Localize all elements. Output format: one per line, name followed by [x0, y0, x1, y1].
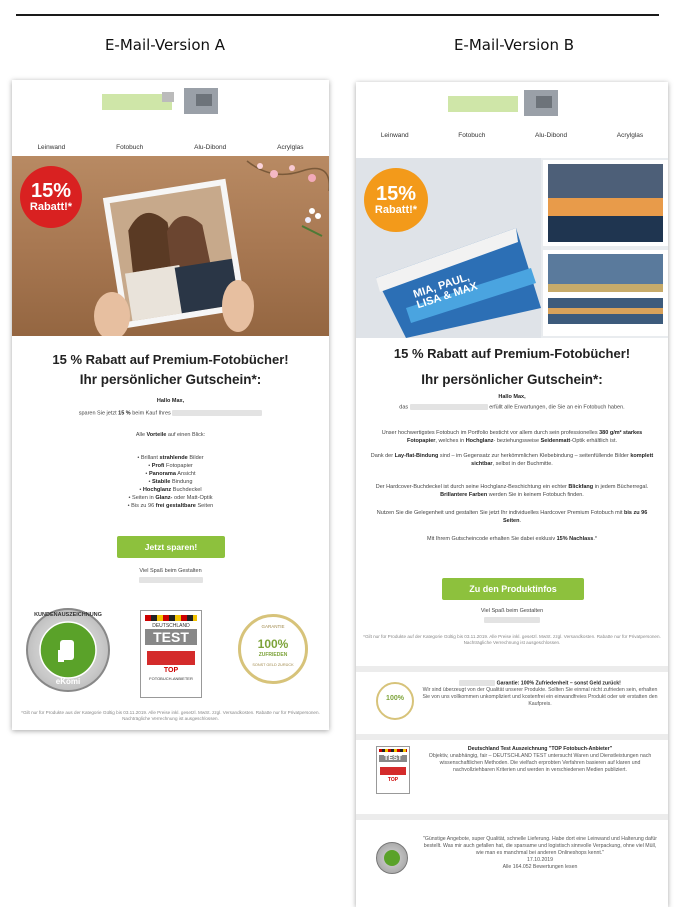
- logo: [356, 86, 668, 130]
- intro-suffix: erfüllt alle Erwartungen, die Sie an ein…: [489, 404, 625, 411]
- ekomi-seal-text: KUNDENAUSZEICHNUNG: [34, 612, 102, 618]
- nav-alu-dibond[interactable]: Alu-Dibond: [194, 144, 226, 151]
- ekomi-brand: eKomi: [55, 677, 81, 686]
- paragraph-pages: Nutzen Sie die Gelegenheit und gestalten…: [376, 510, 648, 524]
- guarantee-pct-small: 100%: [386, 695, 404, 702]
- paragraph-cover: Der Hardcover-Buchdeckel ist durch seine…: [375, 484, 649, 498]
- badge-label: Rabatt!*: [374, 204, 418, 216]
- guarantee-pct: 100%: [257, 637, 289, 651]
- intro-prefix: sparen Sie jetzt: [78, 410, 117, 417]
- cta-save-button[interactable]: Jetzt sparen!: [117, 536, 225, 558]
- discount-badge: 15% Rabatt!*: [20, 166, 82, 228]
- headline-main: 15 % Rabatt auf Premium-Fotobücher!: [52, 352, 289, 367]
- guarantee-top: GARANTIE: [261, 624, 285, 629]
- benefit-item: • Panorama Ansicht: [145, 471, 196, 477]
- benefit-item: • Brillant strahlende Bilder: [137, 455, 204, 461]
- benefit-item: • Hochglanz Buchdeckel: [139, 487, 202, 493]
- benefit-item: • Seiten in Glanz- oder Matt-Optik: [128, 495, 213, 501]
- benefits-bold: Vorteile: [146, 432, 167, 438]
- ekomi-seal: KUNDENAUSZEICHNUNG eKomi: [26, 608, 110, 692]
- nav-leinwand[interactable]: Leinwand: [381, 132, 409, 139]
- hero-image: MIA, PAUL, LISA & MAX 15% Rabatt!*: [356, 158, 668, 338]
- nav-acrylglas[interactable]: Acrylglas: [277, 144, 303, 151]
- nav-acrylglas[interactable]: Acrylglas: [617, 132, 643, 139]
- ekomi-seal-small: [376, 842, 408, 874]
- benefits-heading: Alle Vorteile auf einen Blick:: [12, 432, 329, 440]
- email-version-a: Leinwand Fotobuch Alu-Dibond Acrylglas 1…: [12, 80, 329, 730]
- signoff: Viel Spaß beim Gestalten: [139, 568, 202, 574]
- intro-bold: 15 %: [118, 410, 131, 417]
- benefit-item: • Profi Fotopapier: [148, 463, 193, 469]
- guarantee-bottom: SONST GELD ZURÜCK: [252, 663, 294, 667]
- test-seal-top-label: TOP: [163, 667, 179, 674]
- email-version-b: Leinwand Fotobuch Alu-Dibond Acrylglas M…: [356, 82, 668, 907]
- badge-percent: 15%: [30, 180, 72, 202]
- paragraph-discount: Mit Ihrem Gutscheincode erhalten Sie dab…: [427, 536, 597, 542]
- intro-suffix: beim Kauf Ihres: [132, 410, 171, 417]
- test-seal-top-small: TOP: [387, 777, 399, 783]
- guarantee-title: Garantie: 100% Zufriedenheit – sonst Gel…: [420, 680, 660, 687]
- intro-prefix: das: [399, 404, 409, 411]
- signoff: Viel Spaß beim Gestalten: [480, 608, 544, 614]
- greeting: Hallo Max,: [498, 394, 526, 400]
- paragraph-binding: Dank der Lay-flat-Bindung sind – im Gege…: [370, 453, 654, 467]
- section-separator: [356, 814, 668, 820]
- headline-main: 15 % Rabatt auf Premium-Fotobücher!: [393, 346, 631, 361]
- benefit-item: • Stabile Bindung: [148, 479, 193, 485]
- footnote: *Gilt nur für Produkte auf der Kategorie…: [363, 634, 661, 645]
- nav-fotobuch[interactable]: Fotobuch: [116, 144, 143, 151]
- section-separator: [356, 666, 668, 672]
- nav-bar: Leinwand Fotobuch Alu-Dibond Acrylglas: [356, 132, 668, 139]
- version-a-title: E-Mail-Version A: [104, 36, 226, 54]
- test-award-block: Deutschland Test Auszeichnung "TOP Fotob…: [420, 746, 660, 774]
- nav-bar: Leinwand Fotobuch Alu-Dibond Acrylglas: [12, 144, 329, 151]
- nav-leinwand[interactable]: Leinwand: [37, 144, 65, 151]
- deutschland-test-seal: DEUTSCHLAND TEST TOP FOTOBUCH-ANBIETER: [140, 610, 202, 698]
- hero-image: 15% Rabatt!*: [12, 156, 329, 336]
- review-block: "Günstige Angebote, super Qualität, schn…: [420, 836, 660, 871]
- signature-blur: [356, 617, 668, 625]
- benefit-item: • Bis zu 96 frei gestaltbare Seiten: [127, 503, 214, 509]
- review-date: 17.10.2019: [527, 857, 553, 863]
- cta-product-info-button[interactable]: Zu den Produktinfos: [442, 578, 584, 600]
- guarantee-seal: GARANTIE 100% ZUFRIEDEN SONST GELD ZURÜC…: [238, 614, 308, 684]
- version-b-title: E-Mail-Version B: [453, 36, 575, 54]
- footnote: *Gilt nur für Produkte aus der Kategorie…: [21, 710, 320, 721]
- top-divider: [16, 14, 659, 16]
- discount-badge: 15% Rabatt!*: [364, 168, 428, 232]
- headline-voucher: Ihr persönlicher Gutschein*:: [79, 372, 262, 387]
- headline-voucher: Ihr persönlicher Gutschein*:: [421, 372, 603, 387]
- guarantee-seal-small: 100%: [376, 682, 414, 720]
- benefits-post: auf einen Blick:: [167, 432, 206, 438]
- intro-line: sparen Sie jetzt 15 % beim Kauf Ihres: [12, 410, 329, 418]
- benefits-pre: Alle: [135, 432, 146, 438]
- signature-blur: [12, 577, 329, 585]
- paragraph-paper: Unser hochwertigstes Fotobuch im Portfol…: [381, 430, 643, 444]
- review-quote: "Günstige Angebote, super Qualität, schn…: [423, 836, 657, 856]
- benefits-list: • Brillant strahlende Bilder • Profi Fot…: [12, 454, 329, 510]
- badge-percent: 15%: [375, 183, 417, 205]
- review-count-link[interactable]: Alle 164.052 Bewertungen lesen: [420, 864, 660, 871]
- deutschland-test-seal-small: TEST TOP: [376, 746, 410, 794]
- guarantee-label: ZUFRIEDEN: [258, 652, 288, 658]
- test-award-body: Objektiv, unabhängig, fair – DEUTSCHLAND…: [428, 753, 652, 773]
- guarantee-body: Wir sind überzeugt von der Qualität unse…: [422, 687, 658, 708]
- badge-label: Rabatt!*: [29, 201, 73, 213]
- nav-alu-dibond[interactable]: Alu-Dibond: [535, 132, 567, 139]
- test-seal-sub: FOTOBUCH-ANBIETER: [149, 676, 193, 681]
- logo: [12, 84, 329, 128]
- section-separator: [356, 734, 668, 740]
- test-seal-word: TEST: [145, 629, 197, 645]
- test-award-title: Deutschland Test Auszeichnung "TOP Fotob…: [467, 746, 613, 752]
- greeting: Hallo Max,: [156, 398, 185, 404]
- test-seal-word-small: TEST: [379, 755, 407, 762]
- nav-fotobuch[interactable]: Fotobuch: [458, 132, 485, 139]
- intro-line: das erfüllt alle Erwartungen, die Sie an…: [356, 404, 668, 412]
- guarantee-block: Garantie: 100% Zufriedenheit – sonst Gel…: [420, 680, 660, 708]
